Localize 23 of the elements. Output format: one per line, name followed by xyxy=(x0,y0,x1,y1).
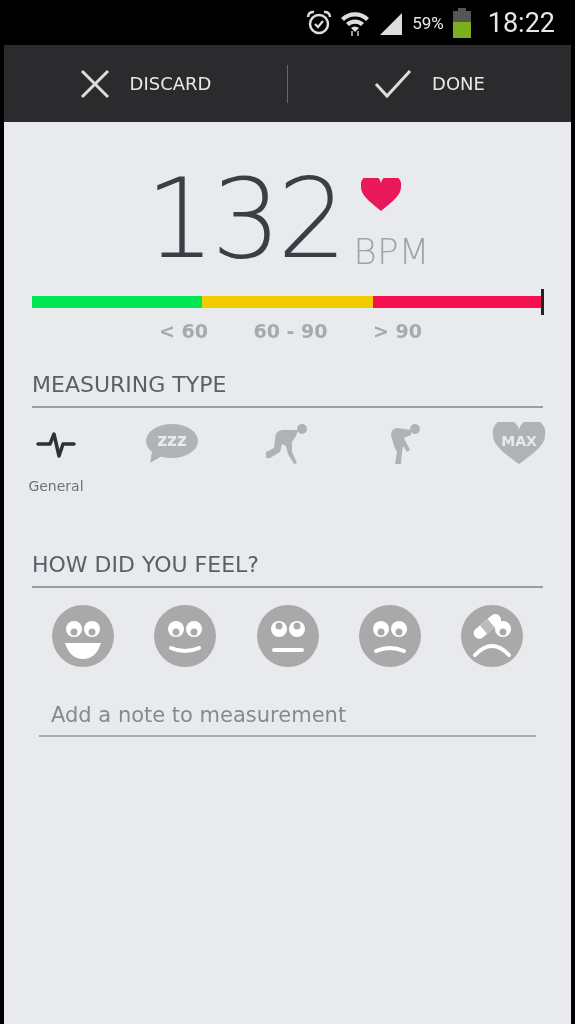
close-icon xyxy=(79,68,110,99)
range-label: > 90 xyxy=(372,320,423,342)
mood-face-button[interactable] xyxy=(52,605,114,667)
battery-icon xyxy=(451,7,472,38)
mood-face-button[interactable] xyxy=(154,605,217,667)
discard-button[interactable]: DISCARD xyxy=(4,45,287,122)
mood-face-button[interactable] xyxy=(256,605,319,667)
measuring-type-option[interactable]: General xyxy=(4,422,108,494)
checkmark-icon xyxy=(374,68,413,99)
section-heading: HOW DID YOU FEEL? xyxy=(32,552,543,588)
bpm-value: 132 xyxy=(145,164,344,274)
range-label: < 60 xyxy=(158,320,209,342)
mood-face-button[interactable] xyxy=(358,605,421,667)
section-heading: MEASURING TYPE xyxy=(32,372,543,408)
bpm-unit: BPM xyxy=(353,234,430,270)
mood-face-button[interactable] xyxy=(461,605,523,667)
range-label: 60 - 90 xyxy=(252,320,329,342)
note-field[interactable]: Add a note to measurement xyxy=(39,695,536,737)
alarm-icon xyxy=(306,9,333,36)
done-button[interactable]: DONE xyxy=(288,45,571,122)
battery-percent: 59% xyxy=(412,12,444,33)
clock-time: 18:22 xyxy=(487,6,555,39)
heart-icon xyxy=(361,178,402,212)
